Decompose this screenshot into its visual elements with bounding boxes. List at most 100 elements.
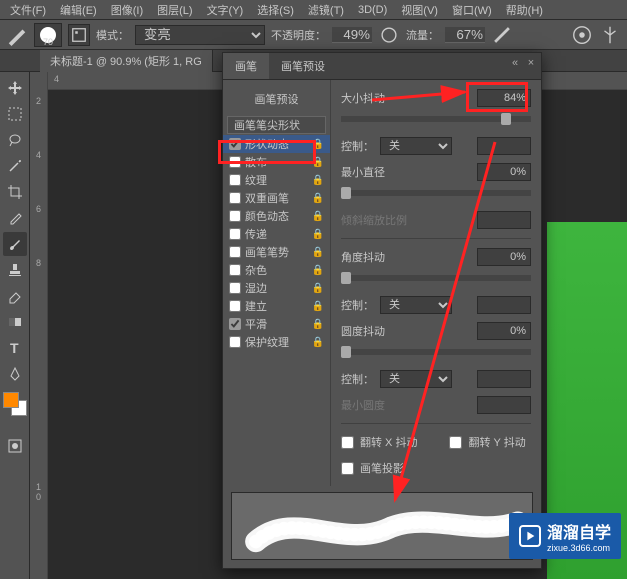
option-texture[interactable]: 纹理🔒 bbox=[223, 171, 330, 189]
control3-input[interactable] bbox=[477, 370, 531, 388]
tool-preset-icon[interactable] bbox=[6, 24, 28, 46]
menu-select[interactable]: 选择(S) bbox=[251, 0, 300, 20]
tab-brush[interactable]: 画笔 bbox=[223, 53, 269, 79]
lock-icon[interactable]: 🔒 bbox=[312, 301, 324, 312]
blend-mode-select[interactable]: 变亮 bbox=[135, 25, 265, 45]
menu-layer[interactable]: 图层(L) bbox=[151, 0, 198, 20]
min-diameter-slider[interactable] bbox=[341, 190, 531, 196]
option-protect[interactable]: 保护纹理🔒 bbox=[223, 333, 330, 351]
checkbox-color[interactable] bbox=[229, 210, 241, 222]
size-jitter-slider[interactable] bbox=[341, 116, 531, 122]
lock-icon[interactable]: 🔒 bbox=[312, 337, 324, 348]
marquee-tool[interactable] bbox=[3, 102, 27, 126]
panel-collapse-icon[interactable]: « bbox=[509, 57, 521, 69]
symmetry-icon[interactable] bbox=[599, 24, 621, 46]
flipx-label: 翻转 X 抖动 bbox=[360, 434, 417, 450]
lock-icon[interactable]: 🔒 bbox=[312, 283, 324, 294]
option-dual[interactable]: 双重画笔🔒 bbox=[223, 189, 330, 207]
lock-icon[interactable]: 🔒 bbox=[312, 139, 324, 150]
flipy-checkbox[interactable] bbox=[449, 436, 462, 449]
option-scatter[interactable]: 散布🔒 bbox=[223, 153, 330, 171]
option-wetedge[interactable]: 湿边🔒 bbox=[223, 279, 330, 297]
lock-icon[interactable]: 🔒 bbox=[312, 157, 324, 168]
lock-icon[interactable]: 🔒 bbox=[312, 175, 324, 186]
type-tool[interactable]: T bbox=[3, 336, 27, 360]
checkbox-smooth[interactable] bbox=[229, 318, 241, 330]
round-jitter-input[interactable] bbox=[477, 322, 531, 340]
pressure-size-icon[interactable] bbox=[571, 24, 593, 46]
checkbox-dual[interactable] bbox=[229, 192, 241, 204]
lock-icon[interactable]: 🔒 bbox=[312, 193, 324, 204]
checkbox-scatter[interactable] bbox=[229, 156, 241, 168]
move-tool[interactable] bbox=[3, 76, 27, 100]
color-swatches[interactable] bbox=[3, 392, 27, 416]
option-buildup[interactable]: 建立🔒 bbox=[223, 297, 330, 315]
play-icon bbox=[519, 525, 541, 547]
brush-picker[interactable]: 70 bbox=[34, 23, 62, 47]
size-jitter-input[interactable] bbox=[477, 89, 531, 107]
checkbox-pose[interactable] bbox=[229, 246, 241, 258]
control2-select[interactable]: 关 bbox=[380, 296, 452, 314]
menu-file[interactable]: 文件(F) bbox=[4, 0, 52, 20]
menu-filter[interactable]: 滤镜(T) bbox=[302, 0, 350, 20]
pressure-opacity-icon[interactable] bbox=[378, 24, 400, 46]
brush-size-value: 70 bbox=[43, 37, 53, 47]
option-transfer[interactable]: 传递🔒 bbox=[223, 225, 330, 243]
option-shape-dynamics[interactable]: 形状动态🔒 bbox=[223, 135, 330, 153]
menu-type[interactable]: 文字(Y) bbox=[201, 0, 250, 20]
lock-icon[interactable]: 🔒 bbox=[312, 319, 324, 330]
option-tip-shape[interactable]: 画笔笔尖形状 bbox=[227, 116, 326, 134]
checkbox-noise[interactable] bbox=[229, 264, 241, 276]
menu-help[interactable]: 帮助(H) bbox=[500, 0, 549, 20]
control1-input[interactable] bbox=[477, 137, 531, 155]
eraser-tool[interactable] bbox=[3, 284, 27, 308]
lock-icon[interactable]: 🔒 bbox=[312, 265, 324, 276]
lock-icon[interactable]: 🔒 bbox=[312, 247, 324, 258]
flow-label: 流量： bbox=[406, 27, 439, 43]
quickmask-tool[interactable] bbox=[3, 434, 27, 458]
document-tab[interactable]: 未标题-1 @ 90.9% (矩形 1, RG bbox=[40, 50, 213, 72]
lasso-tool[interactable] bbox=[3, 128, 27, 152]
control3-select[interactable]: 关 bbox=[380, 370, 452, 388]
angle-jitter-slider[interactable] bbox=[341, 275, 531, 281]
checkbox-wetedge[interactable] bbox=[229, 282, 241, 294]
checkbox-texture[interactable] bbox=[229, 174, 241, 186]
flipx-checkbox[interactable] bbox=[341, 436, 354, 449]
lock-icon[interactable]: 🔒 bbox=[312, 211, 324, 222]
wand-tool[interactable] bbox=[3, 154, 27, 178]
menu-image[interactable]: 图像(I) bbox=[105, 0, 149, 20]
stamp-tool[interactable] bbox=[3, 258, 27, 282]
opacity-input[interactable] bbox=[332, 27, 372, 43]
checkbox-transfer[interactable] bbox=[229, 228, 241, 240]
brush-presets-button[interactable]: 画笔预设 bbox=[229, 88, 324, 110]
option-pose[interactable]: 画笔笔势🔒 bbox=[223, 243, 330, 261]
gradient-tool[interactable] bbox=[3, 310, 27, 334]
lock-icon[interactable]: 🔒 bbox=[312, 229, 324, 240]
checkbox-buildup[interactable] bbox=[229, 300, 241, 312]
control2-input[interactable] bbox=[477, 296, 531, 314]
menu-view[interactable]: 视图(V) bbox=[395, 0, 444, 20]
eyedropper-tool[interactable] bbox=[3, 206, 27, 230]
flow-input[interactable] bbox=[445, 27, 485, 43]
tab-brush-presets[interactable]: 画笔预设 bbox=[269, 53, 337, 79]
angle-jitter-input[interactable] bbox=[477, 248, 531, 266]
option-smooth[interactable]: 平滑🔒 bbox=[223, 315, 330, 333]
checkbox-shape-dynamics[interactable] bbox=[229, 138, 241, 150]
airbrush-icon[interactable] bbox=[491, 24, 513, 46]
control1-select[interactable]: 关 bbox=[380, 137, 452, 155]
min-diameter-input[interactable] bbox=[477, 163, 531, 181]
menu-3d[interactable]: 3D(D) bbox=[352, 2, 393, 18]
option-noise[interactable]: 杂色🔒 bbox=[223, 261, 330, 279]
foreground-color[interactable] bbox=[3, 392, 19, 408]
round-jitter-slider[interactable] bbox=[341, 349, 531, 355]
projection-checkbox[interactable] bbox=[341, 462, 354, 475]
checkbox-protect[interactable] bbox=[229, 336, 241, 348]
pen-tool[interactable] bbox=[3, 362, 27, 386]
menu-window[interactable]: 窗口(W) bbox=[446, 0, 498, 20]
panel-close-icon[interactable]: × bbox=[525, 57, 537, 69]
brush-tool[interactable] bbox=[3, 232, 27, 256]
brush-panel-toggle[interactable] bbox=[68, 24, 90, 46]
menu-edit[interactable]: 编辑(E) bbox=[54, 0, 103, 20]
crop-tool[interactable] bbox=[3, 180, 27, 204]
option-color[interactable]: 颜色动态🔒 bbox=[223, 207, 330, 225]
